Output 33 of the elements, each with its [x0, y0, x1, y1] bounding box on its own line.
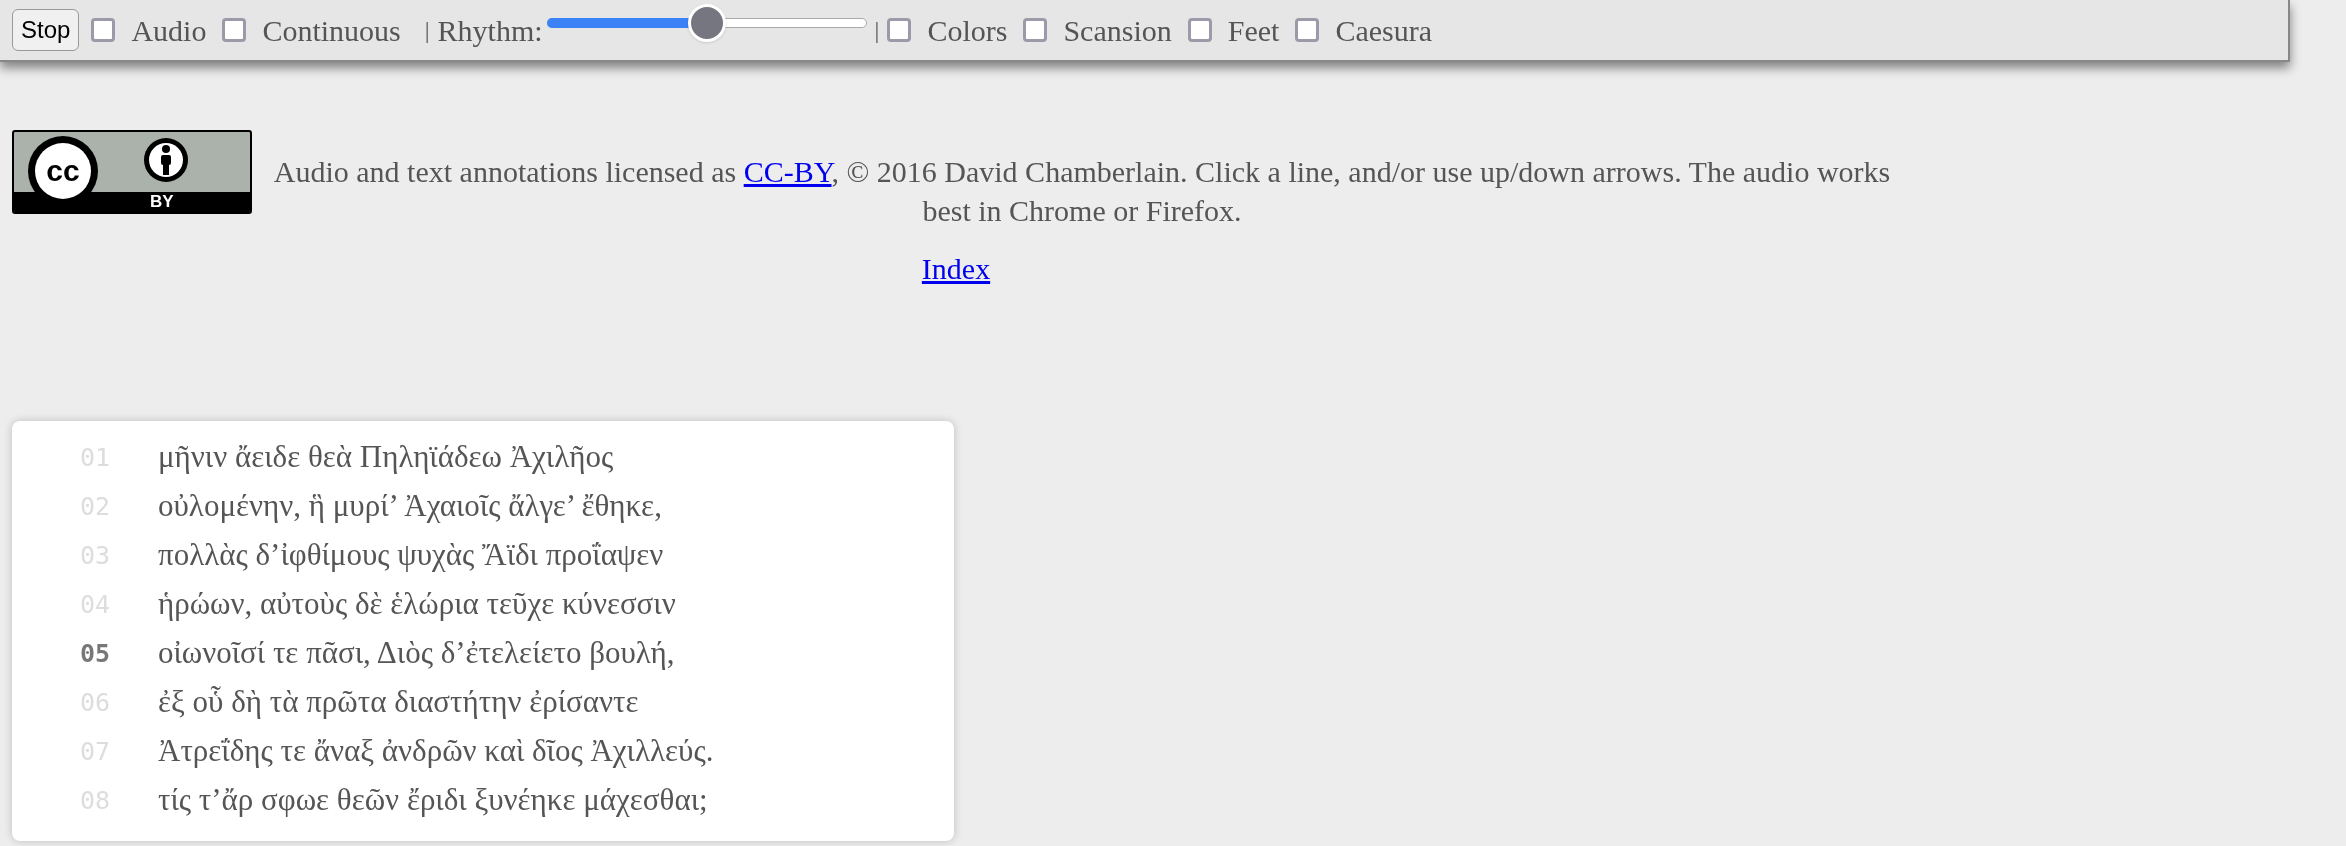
checkbox-label: Scansion — [1063, 12, 1172, 49]
verse-text: τίς τ’ἄρ σφωε θεῶν ἔριδι ξυνέηκε μάχεσθαι; — [158, 781, 708, 820]
stop-button[interactable]: Stop — [12, 9, 80, 51]
verse-text: ἡρώων, αὐτοὺς δὲ ἑλώρια τεῦχε κύνεσσιν — [158, 585, 676, 624]
checkbox[interactable] — [1187, 18, 1212, 42]
verse-text: οἰωνοῖσί τε πᾶσι, Διὸς δ’ἐτελείετο βουλή, — [158, 634, 675, 673]
license-text: Audio and text annotations licensed as CC-BY, © 2016 David Chamberlain. Click a line, and/or use up/down arrows. The audio works best in Chrome or Firefox. — [272, 154, 1892, 229]
checkbox-label: Audio — [131, 12, 207, 49]
line-number: 05 — [79, 637, 112, 670]
rhythm-slider[interactable] — [546, 2, 867, 42]
checkbox[interactable] — [1295, 18, 1320, 42]
separator: | — [424, 16, 430, 45]
checkbox[interactable] — [222, 18, 247, 42]
slider-label: Rhythm: — [437, 12, 543, 49]
checkbox-label: Continuous — [262, 12, 401, 49]
poem-line[interactable]: 05 οἰωνοῖσί τε πᾶσι, Διὸς δ’ἐτελείετο βουλή, — [12, 629, 954, 678]
verse-text: πολλὰς δ’ἰφθίμους ψυχὰς Ἄϊδι προΐαψεν — [158, 536, 664, 575]
verse-text: Ἀτρεΐδης τε ἄναξ ἀνδρῶν καὶ δῖος Ἀχιλλεύς. — [158, 732, 714, 771]
index-link[interactable]: Index — [921, 252, 991, 285]
checkbox[interactable] — [1023, 18, 1048, 42]
person-icon — [142, 136, 190, 184]
separator: | — [874, 16, 880, 45]
checkbox[interactable] — [91, 18, 116, 42]
checkbox[interactable] — [887, 18, 912, 42]
badge-text: BY — [150, 192, 174, 212]
verse-text: ἐξ οὗ δὴ τὰ πρῶτα διαστήτην ἐρίσαντε — [158, 683, 639, 722]
verse-text: οὐλομένην, ἣ μυρί’ Ἀχαιοῖς ἄλγε’ ἔθηκε, — [158, 487, 662, 526]
verse-text: μῆνιν ἄειδε θεὰ Πηληϊάδεω Ἀχιλῆος — [158, 438, 614, 477]
badge-logo: cc — [46, 156, 80, 186]
license-link[interactable]: CC-BY — [743, 155, 832, 188]
checkbox-label: Caesura — [1335, 12, 1432, 49]
checkbox-label: Feet — [1227, 12, 1280, 49]
checkbox-label: Colors — [927, 12, 1008, 49]
